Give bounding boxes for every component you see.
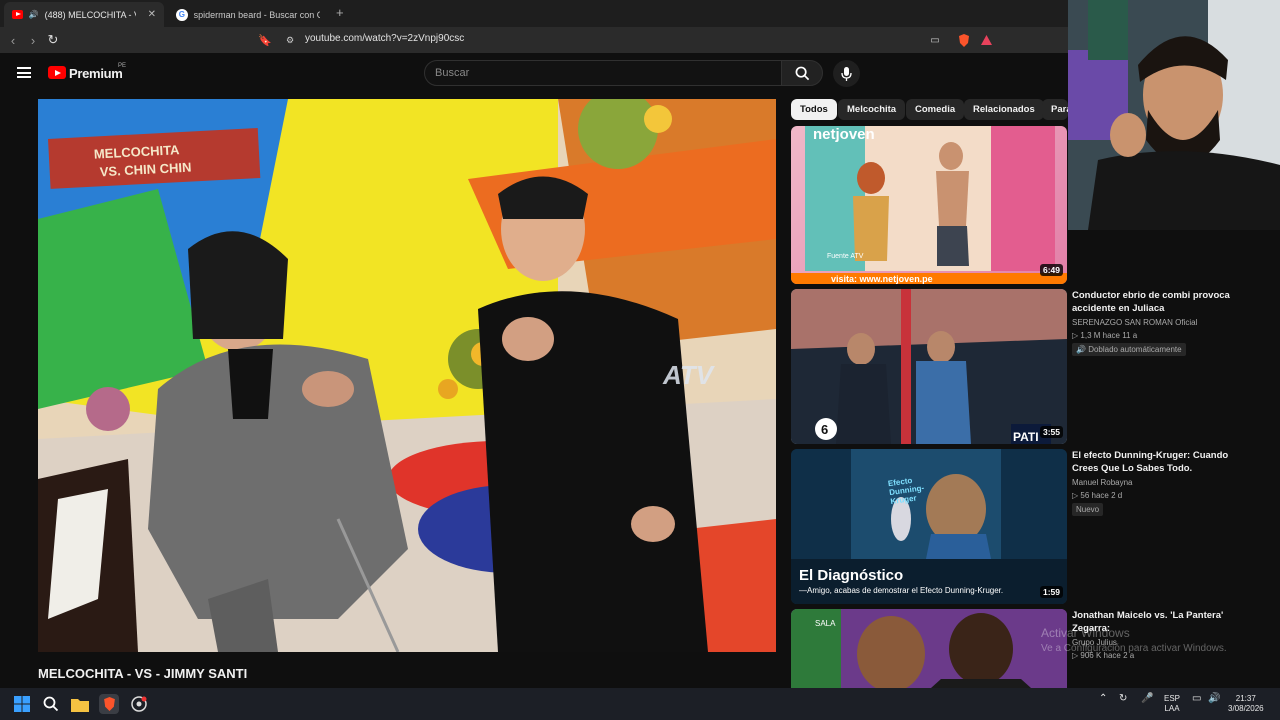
related-title[interactable]: Conductor ebrio de combi provoca acciden…: [1072, 289, 1232, 315]
back-button[interactable]: ‹: [4, 31, 22, 49]
video-title: MELCOCHITA - VS - JIMMY SANTI: [38, 666, 248, 681]
webcam-overlay: [1068, 0, 1280, 230]
play-count-icon: ▷: [1072, 491, 1079, 500]
language-code: ESP: [1164, 694, 1181, 703]
menu-icon[interactable]: [17, 67, 31, 78]
youtube-favicon-icon: [12, 10, 23, 19]
related-meta: ▷ 1,3 M hace 11 a: [1072, 331, 1137, 340]
thumb-logo-text: SALA: [815, 619, 836, 628]
search-button[interactable]: [781, 60, 823, 86]
google-favicon-icon: G: [176, 8, 188, 21]
browser-tab-strip: 🔊 (488) MELCOCHITA - VS - JIM ✕ G spider…: [0, 0, 1068, 27]
windows-start-icon[interactable]: [12, 694, 32, 714]
svg-text:ATV: ATV: [662, 360, 716, 390]
address-bar-row: ‹ › ↻ 🔖 ⚙ youtube.com/watch?v=2zVnpj90cs…: [0, 27, 1068, 53]
svg-text:PATI: PATI: [1013, 430, 1039, 444]
cast-icon[interactable]: ▭: [926, 31, 944, 49]
chip-para[interactable]: Para: [1042, 99, 1068, 120]
video-frame: MELCOCHITA VS. CHIN CHIN ATV: [38, 99, 776, 652]
related-meta-text: 1,3 M hace 11 a: [1080, 331, 1138, 340]
chip-melcochita[interactable]: Melcochita: [838, 99, 906, 120]
brave-shield-icon[interactable]: [955, 31, 973, 49]
clock-date: 3/08/2026: [1228, 704, 1264, 713]
badge-text: Doblado automáticamente: [1088, 345, 1182, 354]
related-title[interactable]: El efecto Dunning-Kruger: Cuando Crees Q…: [1072, 449, 1232, 475]
play-count-icon: ▷: [1072, 331, 1079, 340]
tab-spiderman-beard[interactable]: G spiderman beard - Buscar con Goog: [168, 2, 328, 27]
related-thumbnail[interactable]: SALA: [791, 609, 1067, 688]
youtube-premium-label[interactable]: Premium: [69, 66, 123, 81]
tab-label: (488) MELCOCHITA - VS - JIM: [44, 9, 136, 20]
site-info-icon[interactable]: ⚙: [281, 31, 299, 49]
video-duration: 1:59: [1039, 586, 1063, 598]
svg-text:6: 6: [821, 422, 828, 437]
thumb-source-text: Fuente ATV: [827, 253, 864, 260]
thumb-logo-text: netjoven: [813, 126, 875, 143]
related-thumbnail[interactable]: netjoven Fuente ATV visita: www.netjoven…: [791, 126, 1067, 284]
clock[interactable]: 21:37 3/08/2026: [1228, 694, 1264, 714]
search-input[interactable]: Buscar: [424, 60, 782, 86]
input-language[interactable]: ESP LAA: [1164, 694, 1180, 714]
dubbed-icon: 🔊: [1076, 345, 1086, 354]
search-icon[interactable]: [41, 694, 61, 714]
microphone-icon: [841, 66, 852, 81]
voice-search-button[interactable]: [833, 60, 860, 87]
brave-rewards-icon[interactable]: [977, 31, 995, 49]
keyboard-layout: LAA: [1164, 704, 1180, 713]
related-thumbnail[interactable]: 6 PATI 3:55: [791, 289, 1067, 444]
new-tab-button[interactable]: +: [336, 5, 344, 20]
sync-icon[interactable]: ↻: [1119, 694, 1127, 704]
bookmark-icon[interactable]: 🔖: [256, 31, 274, 49]
region-code: PE: [118, 63, 127, 69]
forward-button[interactable]: ›: [24, 31, 42, 49]
youtube-logo-icon[interactable]: [48, 66, 66, 79]
auto-dubbed-badge: 🔊 Doblado automáticamente: [1072, 343, 1186, 356]
tab-melcochita[interactable]: 🔊 (488) MELCOCHITA - VS - JIM ✕: [4, 2, 164, 27]
volume-icon[interactable]: 🔊: [1208, 694, 1220, 704]
new-badge: Nuevo: [1072, 503, 1104, 516]
video-duration: 6:49: [1039, 264, 1063, 276]
chip-todos[interactable]: Todos: [791, 99, 837, 120]
video-duration: 3:55: [1039, 426, 1063, 438]
close-tab-icon[interactable]: ✕: [148, 9, 156, 20]
related-channel[interactable]: Manuel Robayna: [1072, 478, 1132, 487]
thumb-headline: El Diagnóstico: [799, 567, 904, 584]
windows-taskbar: ⌃ ↻ 🎤 ESP LAA ▭ 🔊 21:37 3/08/2026: [0, 688, 1280, 720]
obs-icon[interactable]: [129, 694, 149, 714]
youtube-header: Premium PE Buscar: [0, 53, 1068, 93]
related-meta-text: 56 hace 2 d: [1080, 491, 1123, 500]
microphone-tray-icon[interactable]: 🎤: [1141, 694, 1153, 704]
tray-overflow-icon[interactable]: ⌃: [1099, 694, 1107, 704]
related-channel[interactable]: SERENAZGO SAN ROMAN Oficial: [1072, 318, 1197, 327]
thumb-subline: —Amigo, acabas de demostrar el Efecto Du…: [799, 586, 1004, 595]
file-explorer-icon[interactable]: [70, 694, 90, 714]
tab-label: spiderman beard - Buscar con Goog: [193, 9, 320, 20]
clock-time: 21:37: [1235, 694, 1256, 703]
windows-activation-subtitle: Ve a Configuración para activar Windows.: [1041, 643, 1227, 654]
chip-comedia[interactable]: Comedia: [906, 99, 965, 120]
network-icon[interactable]: ▭: [1192, 694, 1201, 704]
reload-button[interactable]: ↻: [44, 31, 62, 49]
related-meta: ▷ 56 hace 2 d: [1072, 491, 1122, 500]
brave-browser-icon[interactable]: [99, 694, 119, 714]
related-thumbnail[interactable]: Efecto Dunning-Kruger El Diagnóstico —Am…: [791, 449, 1067, 604]
search-icon: [795, 66, 809, 80]
windows-activation-title: Activar Windows: [1041, 626, 1130, 640]
video-player[interactable]: MELCOCHITA VS. CHIN CHIN ATV: [38, 99, 776, 652]
speaker-icon: 🔊: [28, 10, 39, 19]
thumb-ticker-text: visita: www.netjoven.pe: [831, 274, 933, 284]
url-field[interactable]: youtube.com/watch?v=2zVnpj90csc: [305, 33, 464, 44]
chip-relacionados[interactable]: Relacionados: [964, 99, 1044, 120]
